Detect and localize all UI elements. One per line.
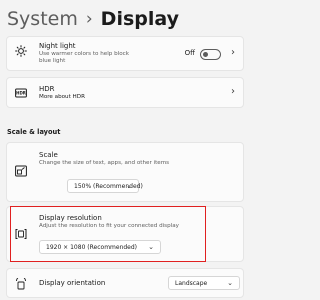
hdr-card[interactable]: HDR HDR More about HDR › (6, 77, 244, 108)
svg-text:HDR: HDR (16, 91, 26, 96)
chevron-right-icon: › (231, 86, 235, 97)
scale-card: Scale Change the size of text, apps, and… (6, 142, 244, 202)
night-light-toggle[interactable] (200, 49, 221, 60)
night-light-title: Night light (39, 42, 76, 50)
chevron-down-icon: ⌄ (126, 182, 132, 190)
night-light-description: Use warmer colors to help block blue lig… (39, 51, 129, 64)
scale-icon (15, 165, 27, 177)
resolution-highlight-box (10, 206, 206, 262)
breadcrumb-system[interactable]: System (7, 8, 78, 30)
breadcrumb: System › Display (7, 8, 179, 30)
orientation-dropdown[interactable]: Landscape ⌄ (168, 276, 240, 290)
toggle-knob (203, 52, 208, 57)
night-light-card[interactable]: Night light Use warmer colors to help bl… (6, 36, 244, 71)
chevron-down-icon: ⌄ (227, 279, 233, 287)
breadcrumb-separator: › (85, 9, 93, 29)
scale-description: Change the size of text, apps, and other… (39, 160, 170, 166)
orientation-icon (16, 278, 26, 290)
chevron-right-icon: › (231, 47, 235, 58)
section-heading: Scale & layout (7, 128, 61, 136)
night-light-state: Off (184, 49, 195, 57)
scale-dropdown[interactable]: 150% (Recommended) ⌄ (67, 179, 143, 193)
hdr-title: HDR (39, 85, 55, 93)
hdr-link[interactable]: More about HDR (39, 94, 85, 101)
hdr-icon: HDR (15, 88, 27, 98)
orientation-selected: Landscape (175, 279, 208, 287)
brightness-icon (15, 45, 27, 57)
page-title: Display (100, 8, 180, 30)
orientation-card: Display orientation Landscape ⌄ (6, 268, 244, 298)
scale-title: Scale (39, 151, 58, 159)
orientation-title: Display orientation (39, 279, 106, 287)
scale-selected: 150% (Recommended) (74, 182, 143, 190)
